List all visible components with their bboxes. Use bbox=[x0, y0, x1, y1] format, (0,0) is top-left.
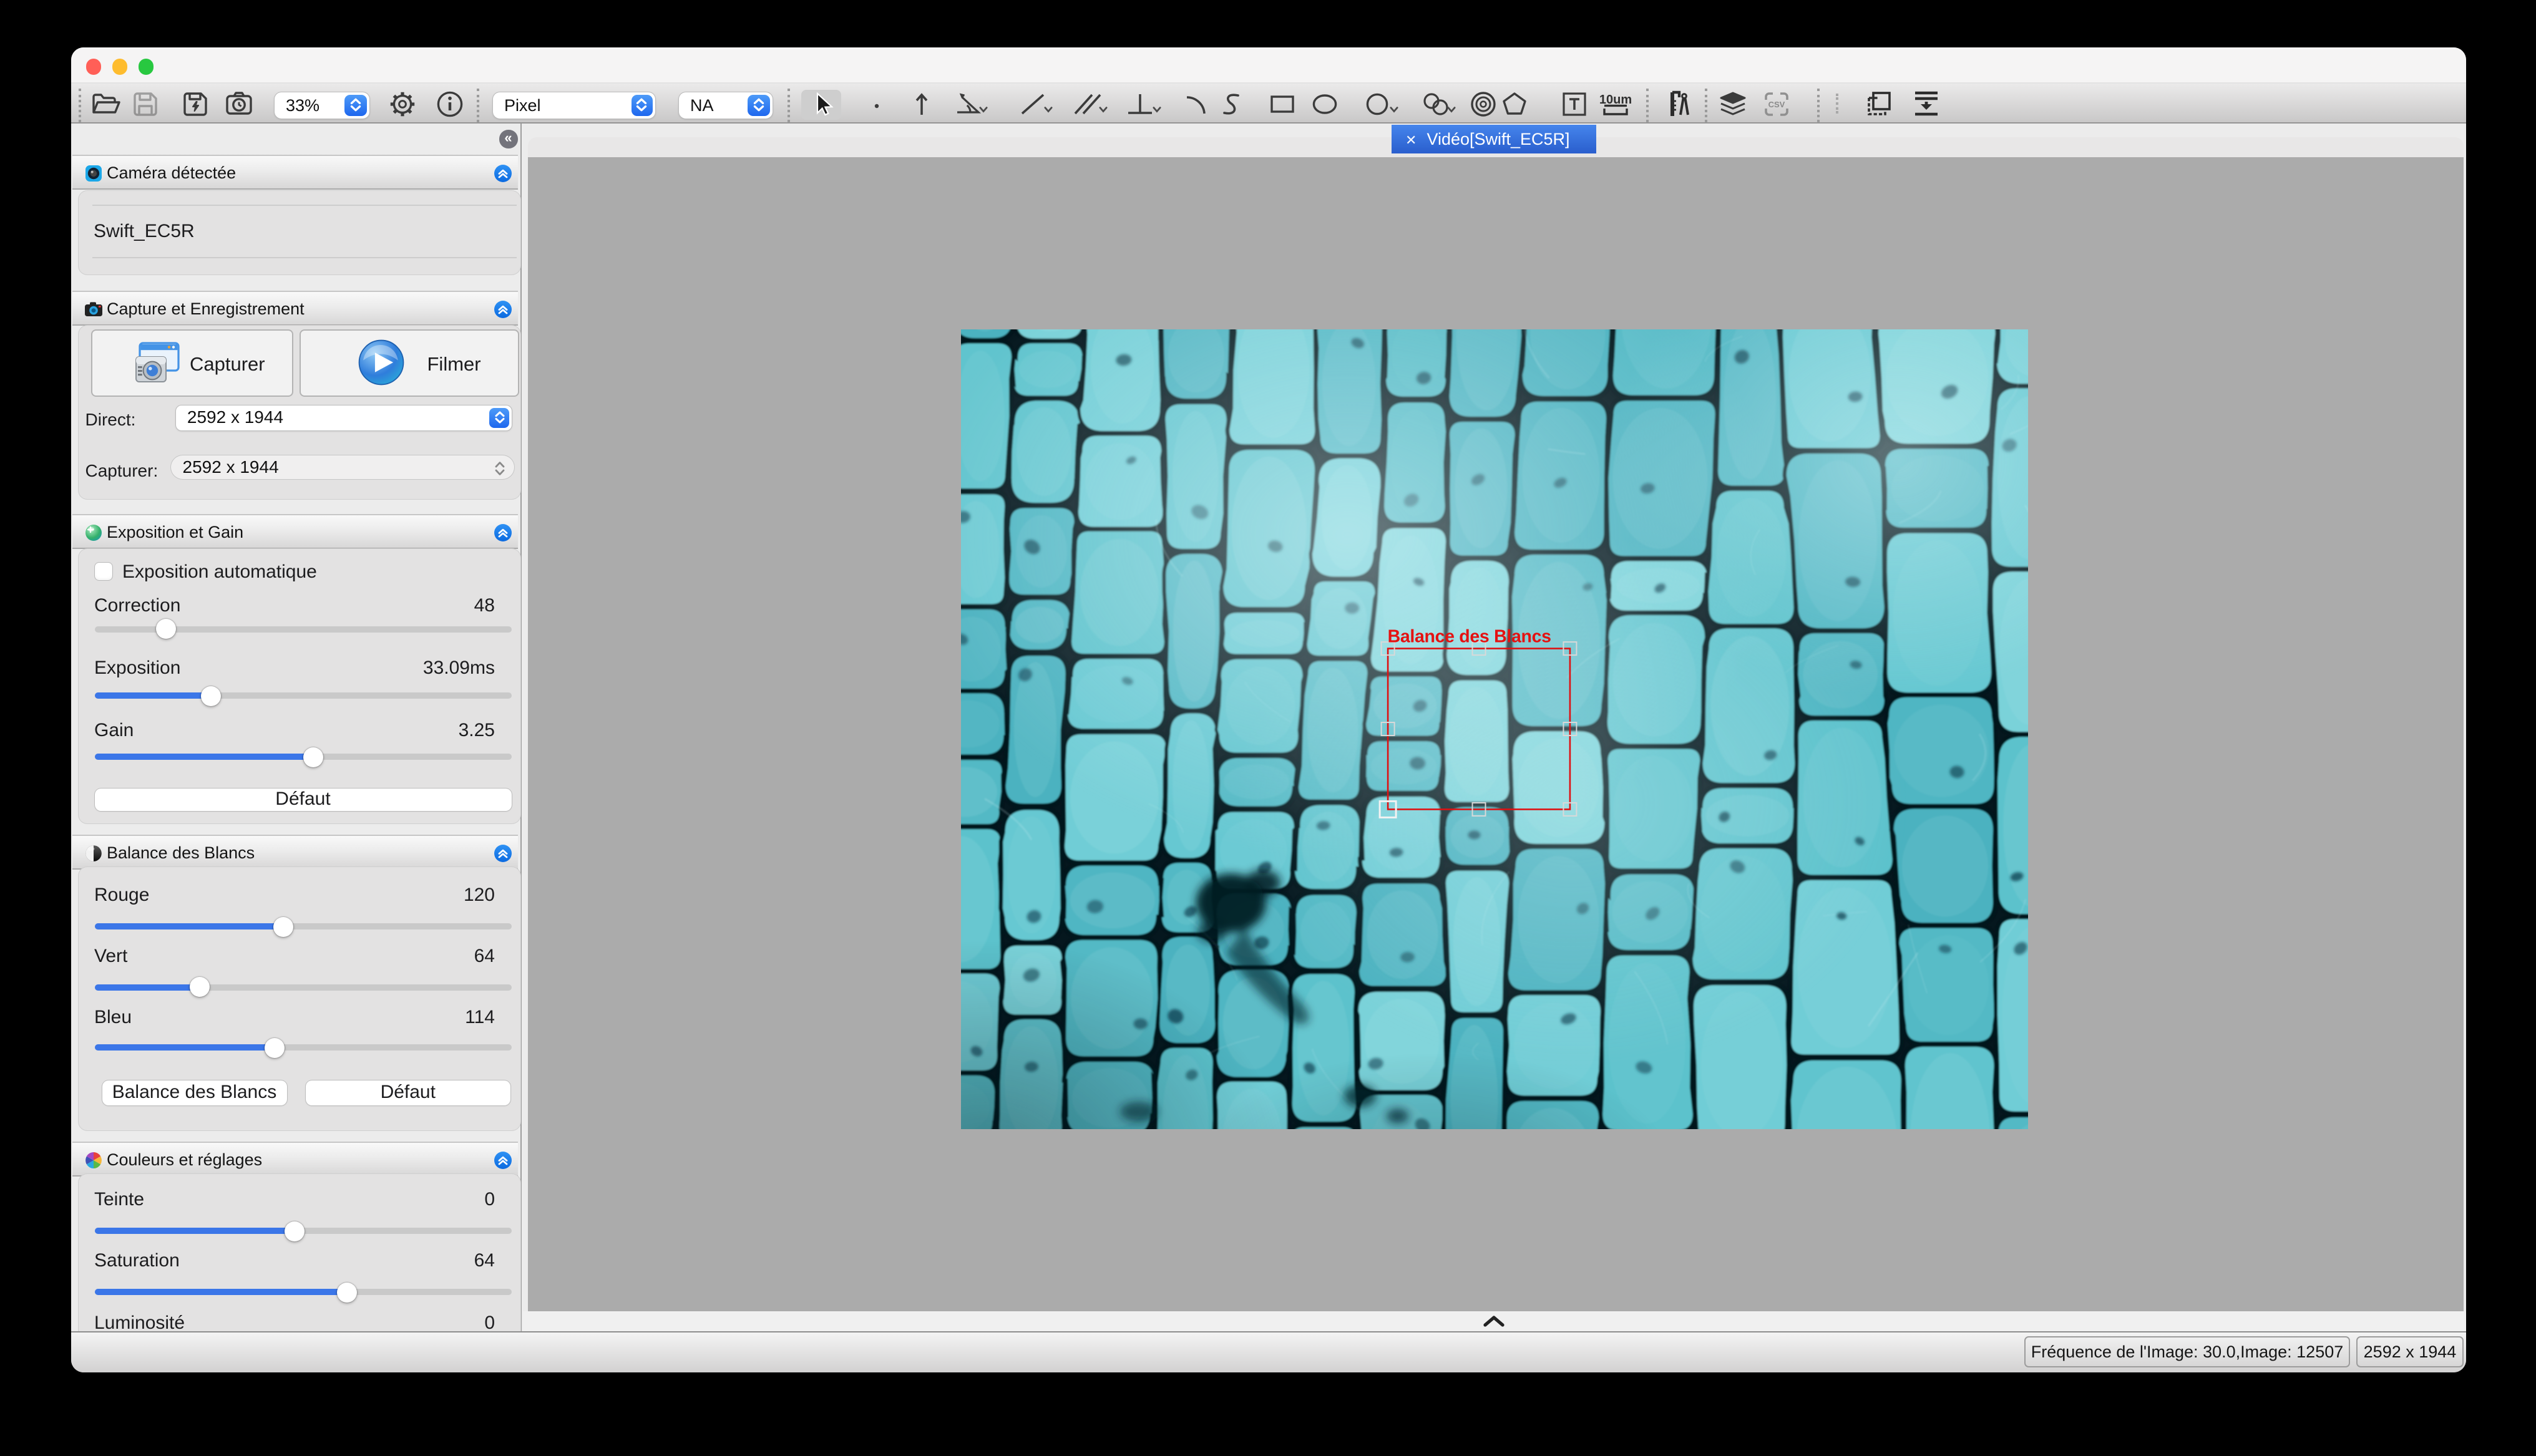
svg-text:10um: 10um bbox=[1599, 92, 1631, 106]
svg-text:CSV: CSV bbox=[1768, 99, 1785, 109]
svg-text:Balance des Blancs: Balance des Blancs bbox=[1387, 626, 1551, 646]
